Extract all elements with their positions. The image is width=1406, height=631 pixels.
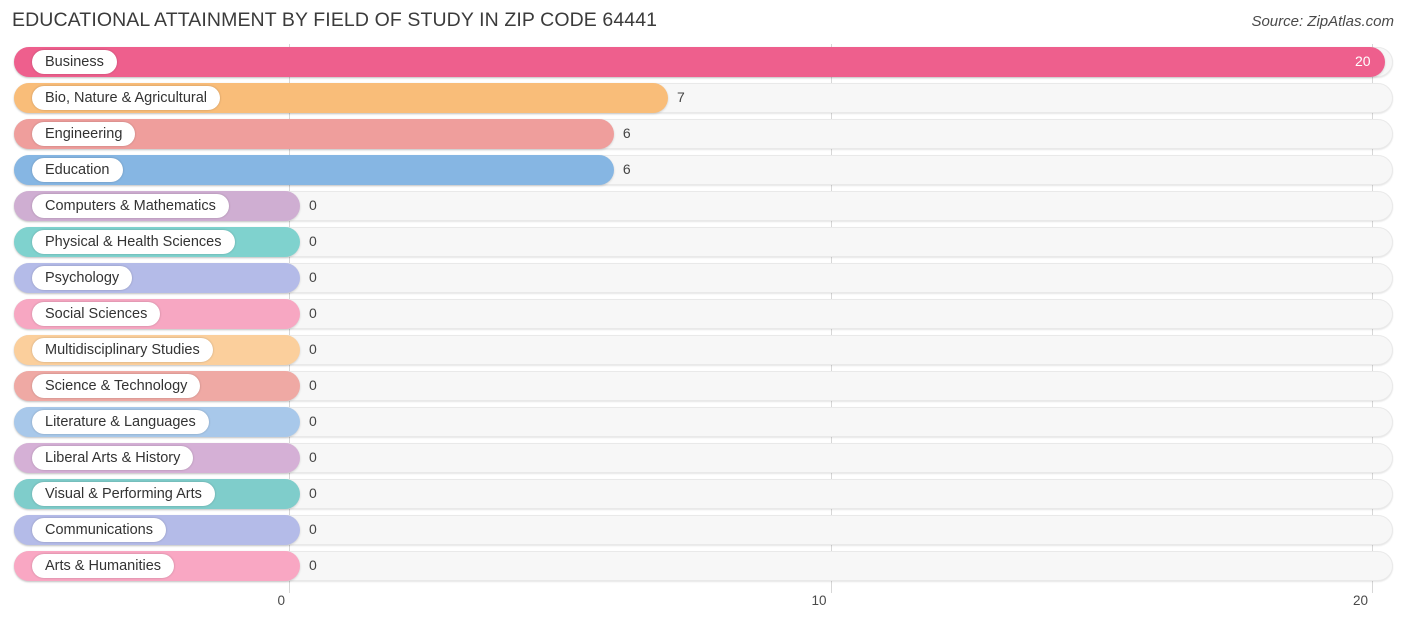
table-row: Psychology 0 (0, 260, 1406, 296)
bar-label: Education (32, 158, 123, 182)
chart-plot-area: Business 20 Bio, Nature & Agricultural 7 Eng… (0, 44, 1406, 593)
bar-value: 0 (309, 197, 317, 213)
bar-rows: Business 20 Bio, Nature & Agricultural 7 Eng… (0, 44, 1406, 593)
bar-value: 0 (309, 233, 317, 249)
bar-value: 0 (309, 521, 317, 537)
bar-value: 0 (309, 341, 317, 357)
table-row: Education 6 (0, 152, 1406, 188)
bar-label: Communications (32, 518, 166, 542)
table-row: Literature & Languages 0 (0, 404, 1406, 440)
bar-value: 0 (309, 305, 317, 321)
bar-value: 0 (309, 449, 317, 465)
bar-label: Multidisciplinary Studies (32, 338, 213, 362)
table-row: Social Sciences 0 (0, 296, 1406, 332)
table-row: Computers & Mathematics 0 (0, 188, 1406, 224)
bar-business[interactable] (14, 47, 1385, 77)
bar-value: 0 (309, 413, 317, 429)
table-row: Business 20 (0, 44, 1406, 80)
bar-label: Physical & Health Sciences (32, 230, 235, 254)
bar-label: Science & Technology (32, 374, 201, 398)
table-row: Bio, Nature & Agricultural 7 (0, 80, 1406, 116)
bar-label: Literature & Languages (32, 410, 209, 434)
table-row: Visual & Performing Arts 0 (0, 476, 1406, 512)
table-row: Science & Technology 0 (0, 368, 1406, 404)
bar-label: Liberal Arts & History (32, 446, 194, 470)
x-tick-label: 20 (1352, 593, 1368, 608)
bar-label: Psychology (32, 266, 133, 290)
bar-label: Computers & Mathematics (32, 194, 229, 218)
table-row: Multidisciplinary Studies 0 (0, 332, 1406, 368)
table-row: Physical & Health Sciences 0 (0, 224, 1406, 260)
bar-value: 0 (309, 377, 317, 393)
chart-header: EDUCATIONAL ATTAINMENT BY FIELD OF STUDY… (0, 0, 1406, 44)
bar-value: 6 (622, 125, 631, 141)
bar-value: 0 (309, 485, 317, 501)
table-row: Engineering 6 (0, 116, 1406, 152)
bar-value: 0 (309, 269, 317, 285)
bar-label: Visual & Performing Arts (32, 482, 215, 506)
table-row: Communications 0 (0, 512, 1406, 548)
bar-label: Business (32, 50, 117, 74)
bar-label: Bio, Nature & Agricultural (32, 86, 220, 110)
bar-label: Engineering (32, 122, 136, 146)
bar-label: Arts & Humanities (32, 554, 175, 578)
bar-value: 20 (1355, 53, 1371, 69)
bar-label: Social Sciences (32, 302, 161, 326)
bar-value: 0 (309, 557, 317, 573)
source-attribution: Source: ZipAtlas.com (1251, 13, 1394, 30)
x-tick-label: 0 (277, 593, 285, 608)
x-axis: 0 10 20 (0, 593, 1406, 631)
bar-value: 6 (622, 161, 631, 177)
x-tick-label: 10 (811, 593, 827, 608)
bar-value: 7 (677, 89, 685, 105)
table-row: Arts & Humanities 0 (0, 548, 1406, 584)
page-title: EDUCATIONAL ATTAINMENT BY FIELD OF STUDY… (12, 9, 658, 31)
table-row: Liberal Arts & History 0 (0, 440, 1406, 476)
